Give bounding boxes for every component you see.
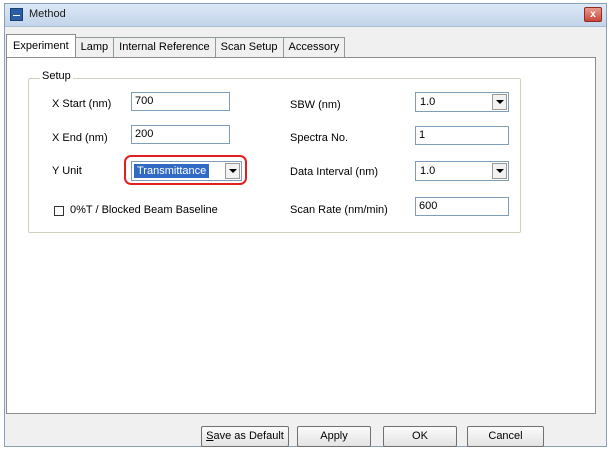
highlight-annotation	[124, 155, 247, 185]
x-start-label: X Start (nm)	[52, 98, 112, 110]
save-as-default-label: ave as Default	[213, 430, 284, 442]
sbw-value: 1.0	[420, 96, 436, 108]
tab-strip: Experiment Lamp Internal Reference Scan …	[6, 34, 346, 57]
x-start-field[interactable]: 700	[131, 92, 230, 111]
chevron-down-icon[interactable]	[492, 94, 507, 110]
x-end-field[interactable]: 200	[131, 125, 230, 144]
window-title: Method	[29, 8, 66, 20]
app-icon	[10, 8, 23, 21]
baseline-checkbox-label[interactable]: 0%T / Blocked Beam Baseline	[70, 204, 218, 216]
tab-internal-reference[interactable]: Internal Reference	[113, 37, 216, 57]
tab-scan-setup[interactable]: Scan Setup	[214, 37, 284, 57]
chevron-down-icon[interactable]	[492, 163, 507, 179]
spectra-no-label: Spectra No.	[290, 132, 349, 144]
sbw-dropdown[interactable]: 1.0	[415, 92, 509, 112]
x-end-label: X End (nm)	[52, 132, 108, 144]
spectra-no-field[interactable]: 1	[415, 126, 509, 145]
data-interval-dropdown[interactable]: 1.0	[415, 161, 509, 181]
apply-button[interactable]: Apply	[297, 426, 371, 447]
data-interval-label: Data Interval (nm)	[290, 166, 379, 178]
y-unit-label: Y Unit	[52, 165, 82, 177]
cancel-button[interactable]: Cancel	[467, 426, 544, 447]
tab-lamp[interactable]: Lamp	[74, 37, 115, 57]
title-bar[interactable]: Method x	[5, 4, 606, 27]
close-button[interactable]: x	[584, 7, 602, 22]
save-as-default-mnemonic: S	[206, 430, 214, 442]
data-interval-value: 1.0	[420, 165, 436, 177]
tab-accessory[interactable]: Accessory	[282, 37, 346, 57]
setup-group-label: Setup	[40, 70, 73, 82]
scan-rate-field[interactable]: 600	[415, 197, 509, 216]
sbw-label: SBW (nm)	[290, 99, 341, 111]
save-as-default-button[interactable]: Save as Default	[201, 426, 289, 447]
tab-experiment[interactable]: Experiment	[6, 34, 76, 57]
baseline-checkbox[interactable]	[54, 206, 64, 216]
ok-button[interactable]: OK	[383, 426, 457, 447]
scan-rate-label: Scan Rate (nm/min)	[290, 204, 388, 216]
